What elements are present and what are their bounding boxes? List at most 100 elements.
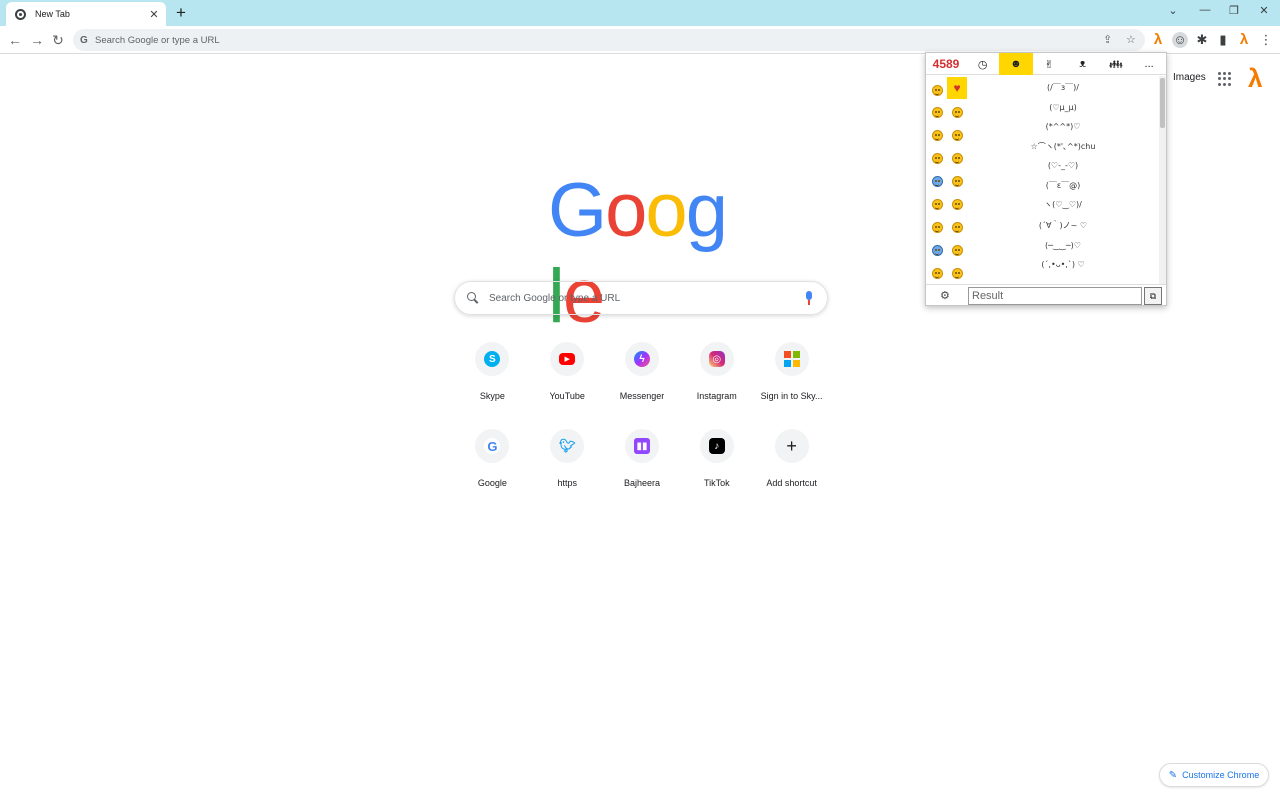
kaomoji-item[interactable]: (/￣з￣)/ bbox=[968, 82, 1158, 93]
emoji-category-cell[interactable] bbox=[947, 170, 967, 192]
settings-gear-icon[interactable]: ⚙ bbox=[940, 289, 950, 302]
kaomoji-item[interactable]: (♡μ_μ) bbox=[968, 103, 1158, 112]
emoji-category-cell[interactable] bbox=[927, 101, 947, 123]
shortcut-tile[interactable]: Sign in to Sky... bbox=[754, 337, 829, 409]
google-logo: Google bbox=[548, 168, 728, 339]
kaomoji-item[interactable]: (*^^*)♡ bbox=[968, 122, 1158, 131]
laughing-face-icon bbox=[931, 84, 943, 96]
messenger-icon: ϟ bbox=[633, 351, 650, 367]
shortcut-label: Skype bbox=[479, 391, 505, 401]
smiley-icon[interactable]: ☻ bbox=[999, 53, 1033, 75]
kaomoji-extension-popup: 4589 ◷ ☻ ✌ ᴥ 👪︎ ... ♥ (/￣з￣)/ (♡μ_μ) (*^… bbox=[925, 52, 1167, 306]
reload-button[interactable]: ↻ bbox=[49, 31, 67, 49]
emoji-category-cell[interactable] bbox=[927, 193, 947, 215]
angry-face-icon bbox=[951, 129, 963, 141]
shortcut-label: Instagram bbox=[696, 391, 737, 401]
emoji-category-cell[interactable] bbox=[927, 147, 947, 169]
address-bar-placeholder: Search Google or type a URL bbox=[95, 34, 220, 46]
kaomoji-item[interactable]: (♡-_-♡) bbox=[968, 161, 1158, 170]
more-icon[interactable]: ... bbox=[1132, 53, 1165, 75]
shortcut-tile[interactable]: G Google bbox=[455, 424, 530, 496]
sweat-face-icon bbox=[931, 244, 943, 256]
shortcut-tile[interactable]: ϟ Messenger bbox=[605, 337, 680, 409]
add-shortcut-tile[interactable]: + Add shortcut bbox=[754, 424, 829, 496]
blushing-face-icon bbox=[931, 267, 943, 279]
shortcut-tile[interactable]: ◎ Instagram bbox=[679, 337, 754, 409]
animal-icon[interactable]: ᴥ bbox=[1066, 53, 1099, 75]
fearful-face-icon bbox=[931, 175, 943, 187]
microphone-icon[interactable] bbox=[805, 291, 813, 305]
lambda-extension-icon[interactable]: λ bbox=[1150, 32, 1166, 48]
close-window-button[interactable]: ✕ bbox=[1256, 4, 1272, 17]
chrome-menu-icon[interactable]: ⋮ bbox=[1258, 32, 1274, 48]
emoji-category-cell[interactable] bbox=[947, 193, 967, 215]
youtube-icon: ▶ bbox=[559, 353, 576, 365]
kaomoji-item[interactable]: (´∀｀)ノ~ ♡ bbox=[968, 220, 1158, 231]
bookmark-star-icon[interactable]: ☆ bbox=[1126, 33, 1136, 46]
emoji-category-cell[interactable] bbox=[947, 262, 967, 284]
emoji-category-grid: ♥ bbox=[926, 76, 968, 284]
google-apps-icon[interactable] bbox=[1218, 72, 1232, 86]
emoji-category-cell[interactable] bbox=[947, 124, 967, 146]
customize-chrome-button[interactable]: ✎ Customize Chrome bbox=[1159, 763, 1269, 787]
share-icon[interactable]: ⇪ bbox=[1103, 33, 1112, 46]
kaomoji-extension-icon[interactable]: ☺ bbox=[1172, 32, 1188, 48]
tab-search-icon[interactable]: ⌄ bbox=[1165, 4, 1181, 17]
restore-button[interactable]: ❐ bbox=[1226, 4, 1242, 17]
scrollbar-thumb[interactable] bbox=[1160, 78, 1165, 128]
shortcut-tile[interactable]: ♪ TikTok bbox=[679, 424, 754, 496]
frowning-face-icon bbox=[951, 221, 963, 233]
address-bar[interactable]: G Search Google or type a URL ⇪ ☆ bbox=[73, 29, 1145, 51]
emoji-category-cell[interactable] bbox=[947, 101, 967, 123]
kaomoji-item[interactable]: ヽ(♡‿♡)/ bbox=[968, 199, 1158, 210]
browser-toolbar: ← → ↻ G Search Google or type a URL ⇪ ☆ … bbox=[0, 26, 1280, 54]
emoji-category-cell[interactable] bbox=[947, 239, 967, 261]
shortcut-tile[interactable]: 🐦︎ https bbox=[530, 424, 605, 496]
tab-new-tab[interactable]: New Tab ✕ bbox=[6, 2, 166, 26]
shortcut-tile[interactable]: S Skype bbox=[455, 337, 530, 409]
shortcut-label: https bbox=[557, 478, 577, 488]
shortcut-label: Bajheera bbox=[623, 478, 660, 488]
kaomoji-item[interactable]: (￣ε￣@) bbox=[968, 180, 1158, 191]
emoji-category-cell[interactable] bbox=[947, 147, 967, 169]
emoji-category-cell[interactable] bbox=[947, 216, 967, 238]
shortcut-label: Google bbox=[477, 478, 507, 488]
new-tab-button[interactable]: + bbox=[173, 3, 189, 23]
emoji-category-cell[interactable] bbox=[927, 79, 947, 101]
instagram-icon: ◎ bbox=[708, 351, 725, 367]
side-panel-icon[interactable]: ▮ bbox=[1215, 32, 1231, 48]
shortcut-tile[interactable]: ▮▮ Bajheera bbox=[605, 424, 680, 496]
emoji-category-cell[interactable] bbox=[927, 124, 947, 146]
kaomoji-item[interactable]: (─‿‿─)♡ bbox=[968, 241, 1158, 250]
emoji-category-cell[interactable]: ♥ bbox=[947, 77, 967, 99]
kaomoji-scrollbar[interactable] bbox=[1159, 76, 1166, 284]
emoji-category-cell[interactable] bbox=[927, 170, 947, 192]
clock-icon[interactable]: ◷ bbox=[966, 53, 999, 75]
profile-lambda-icon[interactable]: λ bbox=[1236, 32, 1252, 48]
confused-face-icon bbox=[931, 198, 943, 210]
people-icon[interactable]: 👪︎ bbox=[1099, 53, 1132, 75]
account-avatar[interactable]: λ bbox=[1248, 63, 1262, 94]
emoji-category-cell[interactable] bbox=[927, 239, 947, 261]
customize-chrome-label: Customize Chrome bbox=[1182, 770, 1260, 780]
tiktok-icon: ♪ bbox=[708, 438, 725, 454]
kaomoji-item[interactable]: (´,•ᴗ•,`) ♡ bbox=[968, 260, 1158, 269]
kaomoji-item[interactable]: ☆⌒ヽ(*'､^*)chu bbox=[968, 141, 1158, 152]
extensions-puzzle-icon[interactable]: ✱ bbox=[1194, 32, 1210, 48]
shortcut-tile[interactable]: ▶ YouTube bbox=[530, 337, 605, 409]
search-box[interactable]: Search Google or type a URL bbox=[454, 281, 828, 315]
copy-icon[interactable]: ⧉ bbox=[1144, 287, 1162, 305]
forward-button[interactable]: → bbox=[28, 31, 46, 49]
minimize-button[interactable]: — bbox=[1197, 4, 1213, 16]
hand-icon[interactable]: ✌ bbox=[1033, 53, 1066, 75]
result-input[interactable] bbox=[968, 287, 1142, 305]
search-placeholder: Search Google or type a URL bbox=[489, 292, 621, 304]
images-link[interactable]: Images bbox=[1173, 72, 1206, 83]
back-button[interactable]: ← bbox=[6, 31, 24, 49]
close-tab-icon[interactable]: ✕ bbox=[148, 8, 160, 21]
emoji-category-cell[interactable] bbox=[927, 216, 947, 238]
surprised-face-icon bbox=[931, 221, 943, 233]
pencil-icon: ✎ bbox=[1168, 769, 1178, 781]
smiling-face-icon bbox=[951, 175, 963, 187]
emoji-category-cell[interactable] bbox=[927, 262, 947, 284]
